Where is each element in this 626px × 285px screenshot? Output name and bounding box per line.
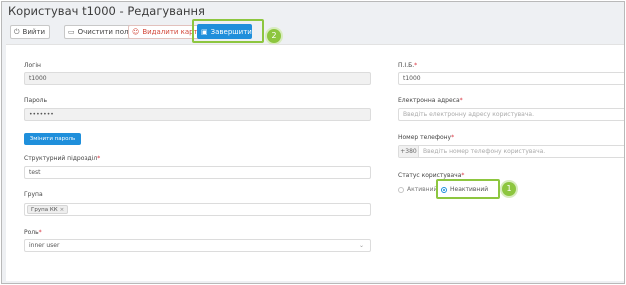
group-chip: Група КК × (27, 205, 69, 214)
login-label: Логін (24, 62, 41, 69)
phone-prefix: +380 (399, 146, 419, 157)
group-label: Група (24, 191, 43, 198)
department-field[interactable]: test (24, 166, 371, 179)
email-placeholder: Введіть електронну адресу користувача. (403, 111, 534, 118)
role-label: Роль* (24, 229, 42, 236)
login-field[interactable]: t1000 (24, 72, 371, 85)
user-edit-window: Користувач t1000 - Редагування ⏻ Вийти ▭… (1, 1, 625, 284)
phone-field[interactable]: +380 Введіть номер телефону користувача. (398, 145, 624, 158)
clear-fields-button[interactable]: ▭ Очистити поля (64, 25, 138, 39)
full-name-label: П.І.Б.* (398, 62, 418, 69)
status-active-label: Активний (407, 186, 438, 193)
save-icon: ▣ (201, 27, 208, 36)
status-inactive-radio[interactable]: Неактивний (441, 186, 488, 193)
role-select[interactable]: inner user ⌄ (24, 239, 371, 252)
document-icon: ▭ (68, 28, 75, 36)
user-form: Логін t1000 Пароль ••••••• Змінити парол… (6, 44, 624, 281)
exit-button-label: Вийти (22, 28, 46, 36)
page-title: Користувач t1000 - Редагування (8, 4, 205, 18)
chip-remove-icon[interactable]: × (60, 207, 65, 213)
power-icon: ⏻ (14, 28, 20, 36)
email-field[interactable]: Введіть електронну адресу користувача. (398, 108, 624, 121)
radio-inactive-dot (441, 186, 447, 193)
exit-button[interactable]: ⏻ Вийти (10, 25, 51, 39)
password-field[interactable]: ••••••• (24, 108, 371, 121)
email-label: Електронна адреса* (398, 97, 463, 104)
status-inactive-label: Неактивний (450, 186, 489, 193)
full-name-field[interactable]: t1000 (398, 72, 624, 85)
radio-active-dot (398, 186, 404, 193)
chevron-down-icon: ⌄ (358, 242, 364, 249)
toolbar: ⏻ Вийти ▭ Очистити поля ☺ Видалити картк… (2, 19, 624, 43)
phone-label: Номер телефону* (398, 134, 455, 141)
group-field[interactable]: Група КК × (24, 203, 371, 216)
title-bar: Користувач t1000 - Редагування (2, 2, 624, 21)
finish-button[interactable]: ▣ Завершити (197, 24, 252, 39)
status-active-radio[interactable]: Активний (398, 186, 437, 193)
user-icon: ☺ (132, 28, 140, 36)
change-password-button[interactable]: Змінити пароль (24, 133, 81, 145)
clear-fields-label: Очистити поля (77, 28, 133, 36)
callout-badge-1: 1 (502, 182, 516, 196)
phone-placeholder: Введіть номер телефону користувача. (423, 148, 546, 155)
password-label: Пароль (24, 97, 48, 104)
callout-badge-2: 2 (267, 29, 281, 43)
finish-button-label: Завершити (210, 27, 252, 36)
status-label: Статус користувача* (398, 172, 465, 179)
role-value: inner user (29, 242, 60, 249)
department-label: Структурний підрозділ* (24, 155, 101, 162)
